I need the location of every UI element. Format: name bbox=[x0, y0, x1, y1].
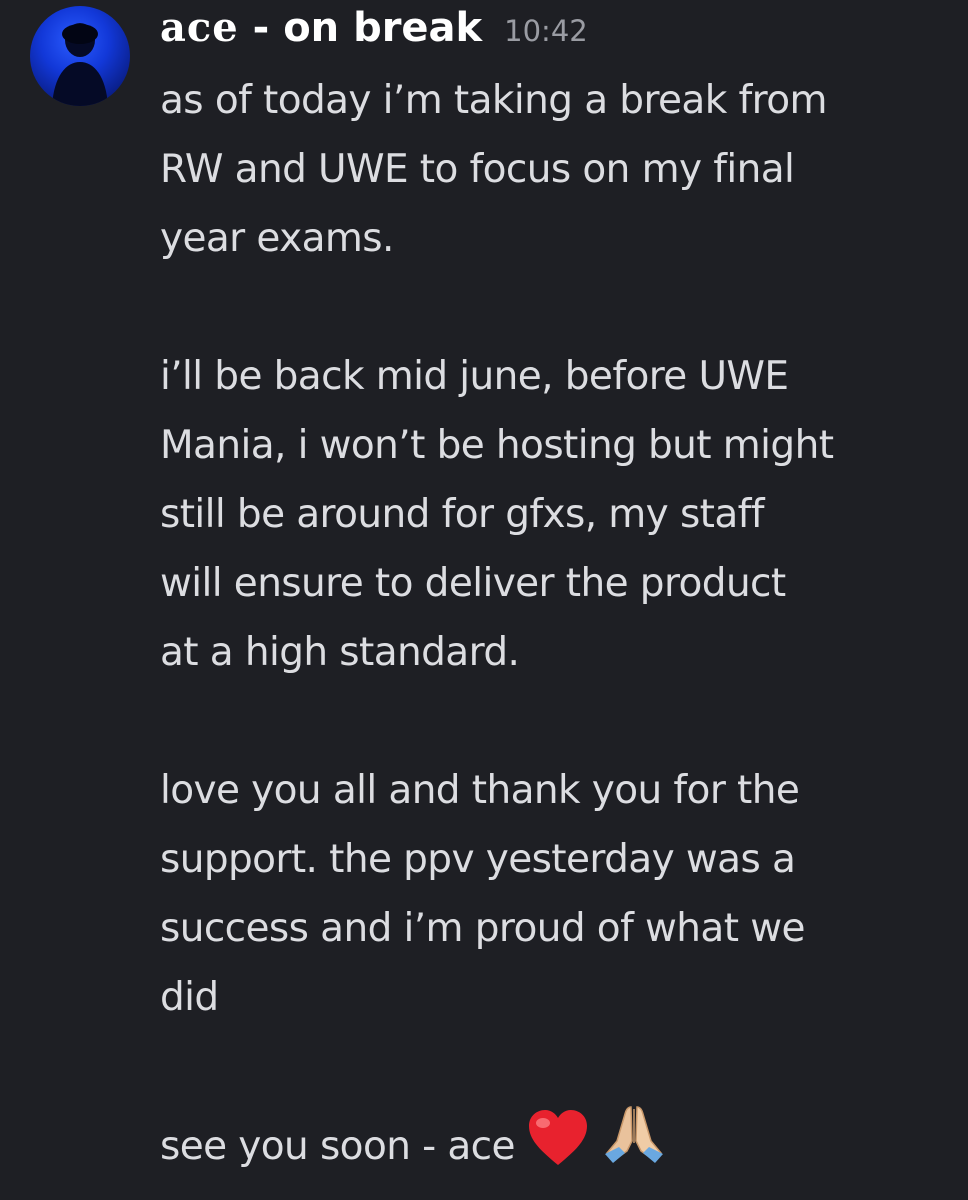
user-avatar[interactable] bbox=[30, 6, 130, 106]
signoff-text: see you soon - ace bbox=[160, 1124, 516, 1169]
message-line: i’ll be back mid june, before UWE bbox=[160, 354, 789, 399]
message-line: did bbox=[160, 975, 219, 1020]
message-line: Mania, i won’t be hosting but might bbox=[160, 423, 834, 468]
message-timestamp: 10:42 bbox=[504, 14, 588, 48]
folded-hands-icon bbox=[601, 1101, 667, 1189]
message-header: ace - on break 10:42 bbox=[160, 4, 588, 60]
message-signoff-line: see you soon - ace bbox=[160, 1101, 950, 1170]
message-line: love you all and thank you for the bbox=[160, 768, 800, 813]
message-line: as of today i’m taking a break from bbox=[160, 78, 827, 123]
message-line: will ensure to deliver the product bbox=[160, 561, 786, 606]
message-line: year exams. bbox=[160, 216, 394, 261]
message-line: at a high standard. bbox=[160, 630, 520, 675]
message-line: still be around for gfxs, my staff bbox=[160, 492, 765, 537]
username-stylized[interactable]: ace bbox=[160, 4, 239, 51]
red-heart-icon bbox=[527, 1109, 589, 1189]
message-line: RW and UWE to focus on my final bbox=[160, 147, 795, 192]
message-line: success and i’m proud of what we bbox=[160, 906, 805, 951]
chat-message: ace - on break 10:42 as of today i’m tak… bbox=[0, 0, 968, 1200]
message-line: support. the ppv yesterday was a bbox=[160, 837, 796, 882]
message-content: as of today i’m taking a break from RW a… bbox=[160, 66, 950, 1170]
username-suffix[interactable]: - on break bbox=[239, 5, 483, 51]
avatar-silhouette-icon bbox=[52, 23, 108, 106]
